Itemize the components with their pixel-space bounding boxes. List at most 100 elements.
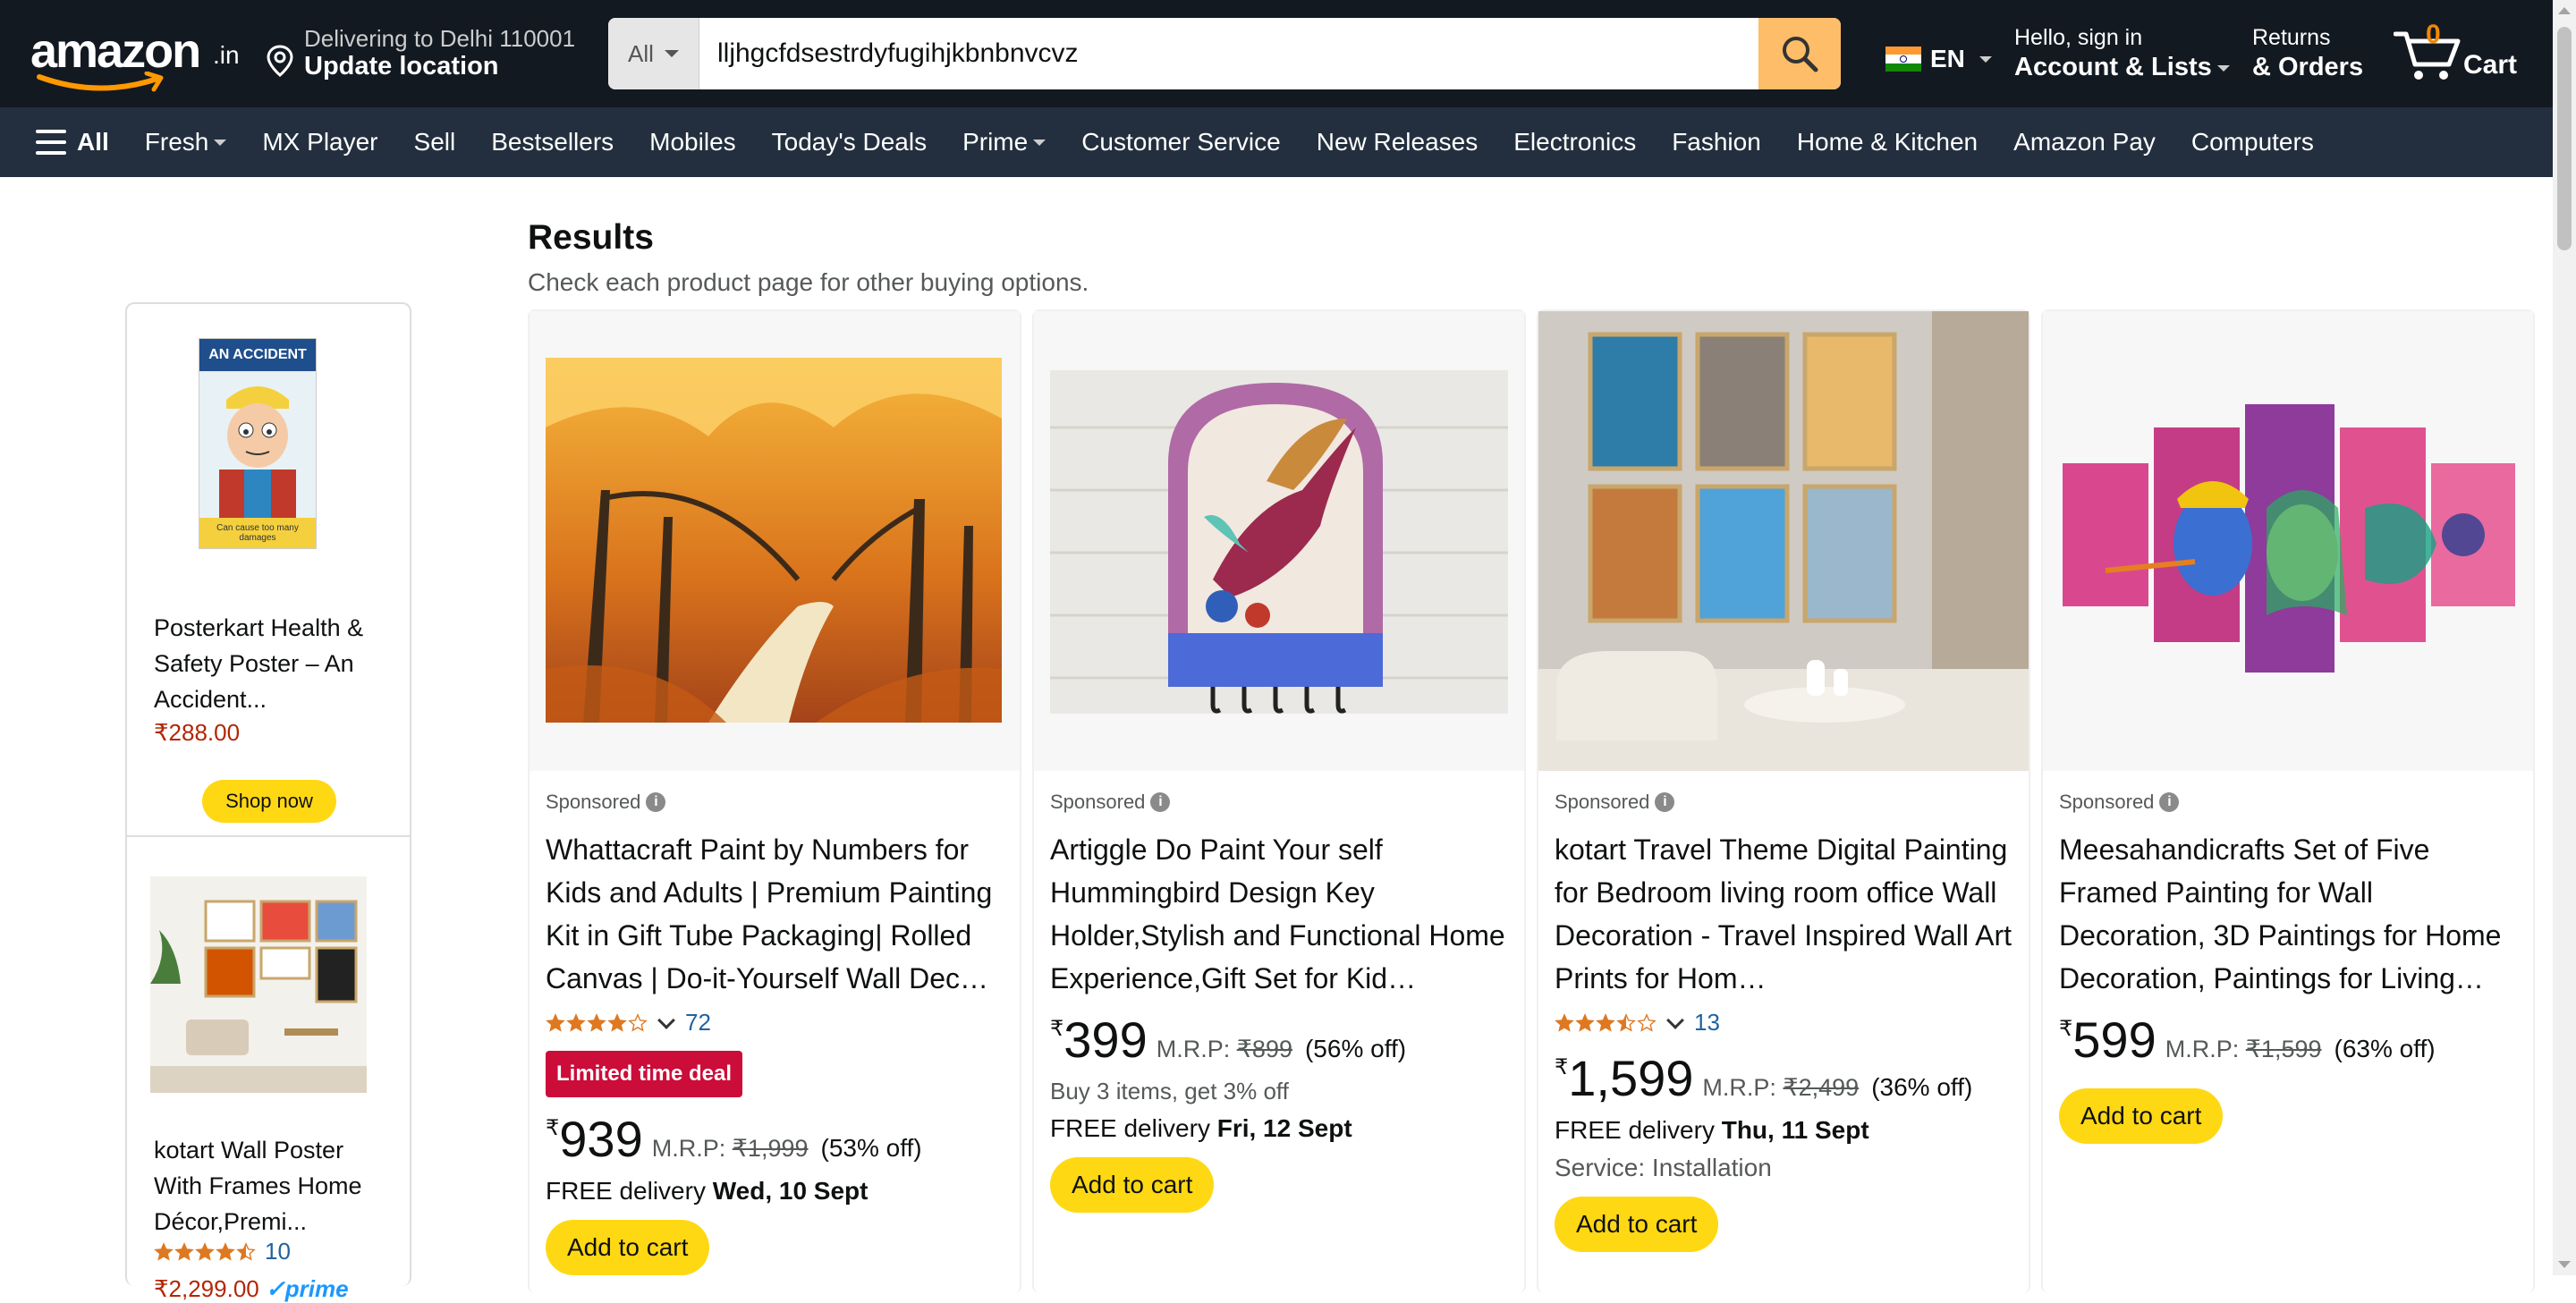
price: 399 xyxy=(1063,1011,1148,1068)
product-title[interactable]: Whattacraft Paint by Numbers for Kids an… xyxy=(546,828,1011,1000)
cart-button[interactable]: 0 Cart xyxy=(2394,20,2537,88)
ad-product-image[interactable]: AN ACCIDENT Can cause too many damages xyxy=(199,338,317,549)
review-count[interactable]: 72 xyxy=(685,1009,711,1036)
ad-price: ₹2,299.00 ✓prime xyxy=(154,1275,349,1302)
sponsored-label[interactable]: Sponsored i xyxy=(2059,791,2524,814)
product-rating[interactable]: 72 xyxy=(546,1009,1011,1036)
autumn-forest-painting xyxy=(530,311,1020,771)
ad-title[interactable]: kotart Wall Poster With Frames Home Déco… xyxy=(154,1132,395,1240)
add-to-cart-button[interactable]: Add to cart xyxy=(1050,1157,1215,1213)
scroll-down-arrow-icon[interactable] xyxy=(2558,1261,2571,1268)
amazon-logo[interactable]: amazon .in xyxy=(30,20,245,93)
ad-review-count[interactable]: 10 xyxy=(265,1238,291,1265)
product-title[interactable]: Artiggle Do Paint Your self Hummingbird … xyxy=(1050,828,1515,1000)
delivery-info: FREE delivery Wed, 10 Sept xyxy=(546,1177,869,1205)
india-flag-icon xyxy=(1885,47,1921,72)
product-image[interactable] xyxy=(530,311,1020,771)
orders-label: & Orders xyxy=(2252,53,2364,81)
info-icon[interactable]: i xyxy=(2159,792,2180,812)
sponsored-label[interactable]: Sponsored i xyxy=(1555,791,2020,814)
ad-rating[interactable]: 10 xyxy=(154,1238,291,1265)
star-icon xyxy=(566,1012,586,1032)
star-icon xyxy=(1555,1012,1574,1032)
price-block[interactable]: ₹ 939 M.R.P: ₹1,999 (53% off) xyxy=(546,1110,1011,1168)
star-icon xyxy=(628,1012,648,1032)
add-to-cart-button[interactable]: Add to cart xyxy=(1555,1197,1719,1252)
discount: (53% off) xyxy=(820,1134,922,1162)
nav-item-fashion[interactable]: Fashion xyxy=(1672,128,1761,157)
nav-item-computers[interactable]: Computers xyxy=(2191,128,2314,157)
all-menu-button[interactable]: All xyxy=(36,128,109,157)
returns-orders[interactable]: Returns & Orders xyxy=(2252,25,2363,82)
star-icon xyxy=(546,1012,565,1032)
radha-krishna-painting xyxy=(2043,311,2533,771)
price: 1,599 xyxy=(1568,1050,1694,1106)
product-card[interactable]: Sponsored i Whattacraft Paint by Numbers … xyxy=(528,309,1021,1293)
mrp: M.R.P: ₹2,499 xyxy=(1702,1074,1860,1101)
search-bar: All xyxy=(608,18,1841,89)
nav-item-electronics[interactable]: Electronics xyxy=(1513,128,1636,157)
language-selector[interactable]: EN xyxy=(1885,45,1992,73)
product-card[interactable]: Sponsored i Artiggle Do Paint Your self H… xyxy=(1032,309,1526,1293)
add-to-cart-button[interactable]: Add to cart xyxy=(2059,1088,2224,1144)
mrp: M.R.P: ₹899 xyxy=(1156,1036,1292,1062)
currency-symbol: ₹ xyxy=(546,1116,560,1140)
price-block[interactable]: ₹ 599 M.R.P: ₹1,599 (63% off) xyxy=(2059,1011,2524,1069)
logo-text: amazon xyxy=(30,24,201,78)
scroll-up-arrow-icon[interactable] xyxy=(2558,7,2571,14)
results-heading: Results xyxy=(528,218,654,257)
star-icon xyxy=(195,1241,215,1261)
logo-tld: .in xyxy=(213,41,240,69)
product-title[interactable]: kotart Travel Theme Digital Painting for… xyxy=(1555,828,2020,1000)
chevron-down-icon[interactable] xyxy=(1666,1011,1684,1029)
chevron-down-icon[interactable] xyxy=(657,1011,675,1029)
nav-item-mobiles[interactable]: Mobiles xyxy=(649,128,735,157)
top-nav: amazon .in Delivering to Delhi 110001 Up… xyxy=(0,0,2553,107)
search-button[interactable] xyxy=(1758,18,1841,89)
shop-now-button[interactable]: Shop now xyxy=(202,780,336,823)
page-scrollbar[interactable] xyxy=(2553,0,2576,1275)
ad-product-image[interactable] xyxy=(150,876,367,1093)
ad-title[interactable]: Posterkart Health & Safety Poster – An A… xyxy=(154,610,395,717)
nav-item-sell[interactable]: Sell xyxy=(414,128,456,157)
info-icon[interactable]: i xyxy=(646,792,666,812)
search-input[interactable] xyxy=(699,18,1758,89)
star-icon xyxy=(587,1012,606,1032)
nav-item-bestsellers[interactable]: Bestsellers xyxy=(491,128,614,157)
nav-item-amazon-pay[interactable]: Amazon Pay xyxy=(2013,128,2156,157)
caret-down-icon xyxy=(1979,55,1992,63)
info-icon[interactable]: i xyxy=(1655,792,1675,812)
scroll-thumb[interactable] xyxy=(2557,27,2572,250)
nav-item-customer-service[interactable]: Customer Service xyxy=(1081,128,1281,157)
product-image[interactable] xyxy=(1538,311,2029,771)
nav-item-prime[interactable]: Prime xyxy=(962,128,1046,157)
nav-item-mx-player[interactable]: MX Player xyxy=(262,128,377,157)
nav-item-home-kitchen[interactable]: Home & Kitchen xyxy=(1797,128,1978,157)
language-label: EN xyxy=(1930,45,1965,72)
sponsored-label[interactable]: Sponsored i xyxy=(1050,791,1515,814)
product-body: Sponsored i kotart Travel Theme Digital P… xyxy=(1555,791,2020,1252)
wall-frames-illustration xyxy=(150,876,367,1093)
review-count[interactable]: 13 xyxy=(1694,1009,1720,1036)
nav-item-new-releases[interactable]: New Releases xyxy=(1317,128,1479,157)
add-to-cart-button[interactable]: Add to cart xyxy=(546,1220,710,1275)
nav-item-todays-deals[interactable]: Today's Deals xyxy=(772,128,927,157)
mrp: M.R.P: ₹1,999 xyxy=(651,1135,809,1162)
product-title[interactable]: Meesahandicrafts Set of Five Framed Pain… xyxy=(2059,828,2524,1000)
nav-item-fresh[interactable]: Fresh xyxy=(145,128,227,157)
sponsored-label[interactable]: Sponsored i xyxy=(546,791,1011,814)
location-pin-icon xyxy=(267,45,293,77)
product-card[interactable]: Sponsored i Meesahandicrafts Set of Five … xyxy=(2041,309,2535,1293)
mrp: M.R.P: ₹1,599 xyxy=(2165,1036,2322,1062)
account-lists[interactable]: Hello, sign in Account & Lists xyxy=(2014,25,2230,82)
product-image[interactable] xyxy=(2043,311,2533,771)
price-block[interactable]: ₹ 1,599 M.R.P: ₹2,499 (36% off) xyxy=(1555,1049,2020,1107)
price-block[interactable]: ₹ 399 M.R.P: ₹899 (56% off) xyxy=(1050,1011,1515,1069)
product-card[interactable]: Sponsored i kotart Travel Theme Digital P… xyxy=(1537,309,2030,1293)
info-icon[interactable]: i xyxy=(1150,792,1171,812)
product-rating[interactable]: 13 xyxy=(1555,1009,2020,1036)
product-image[interactable] xyxy=(1034,311,1524,771)
search-category-dropdown[interactable]: All xyxy=(608,18,699,89)
caret-down-icon xyxy=(1033,139,1046,146)
currency-symbol: ₹ xyxy=(1555,1055,1569,1079)
